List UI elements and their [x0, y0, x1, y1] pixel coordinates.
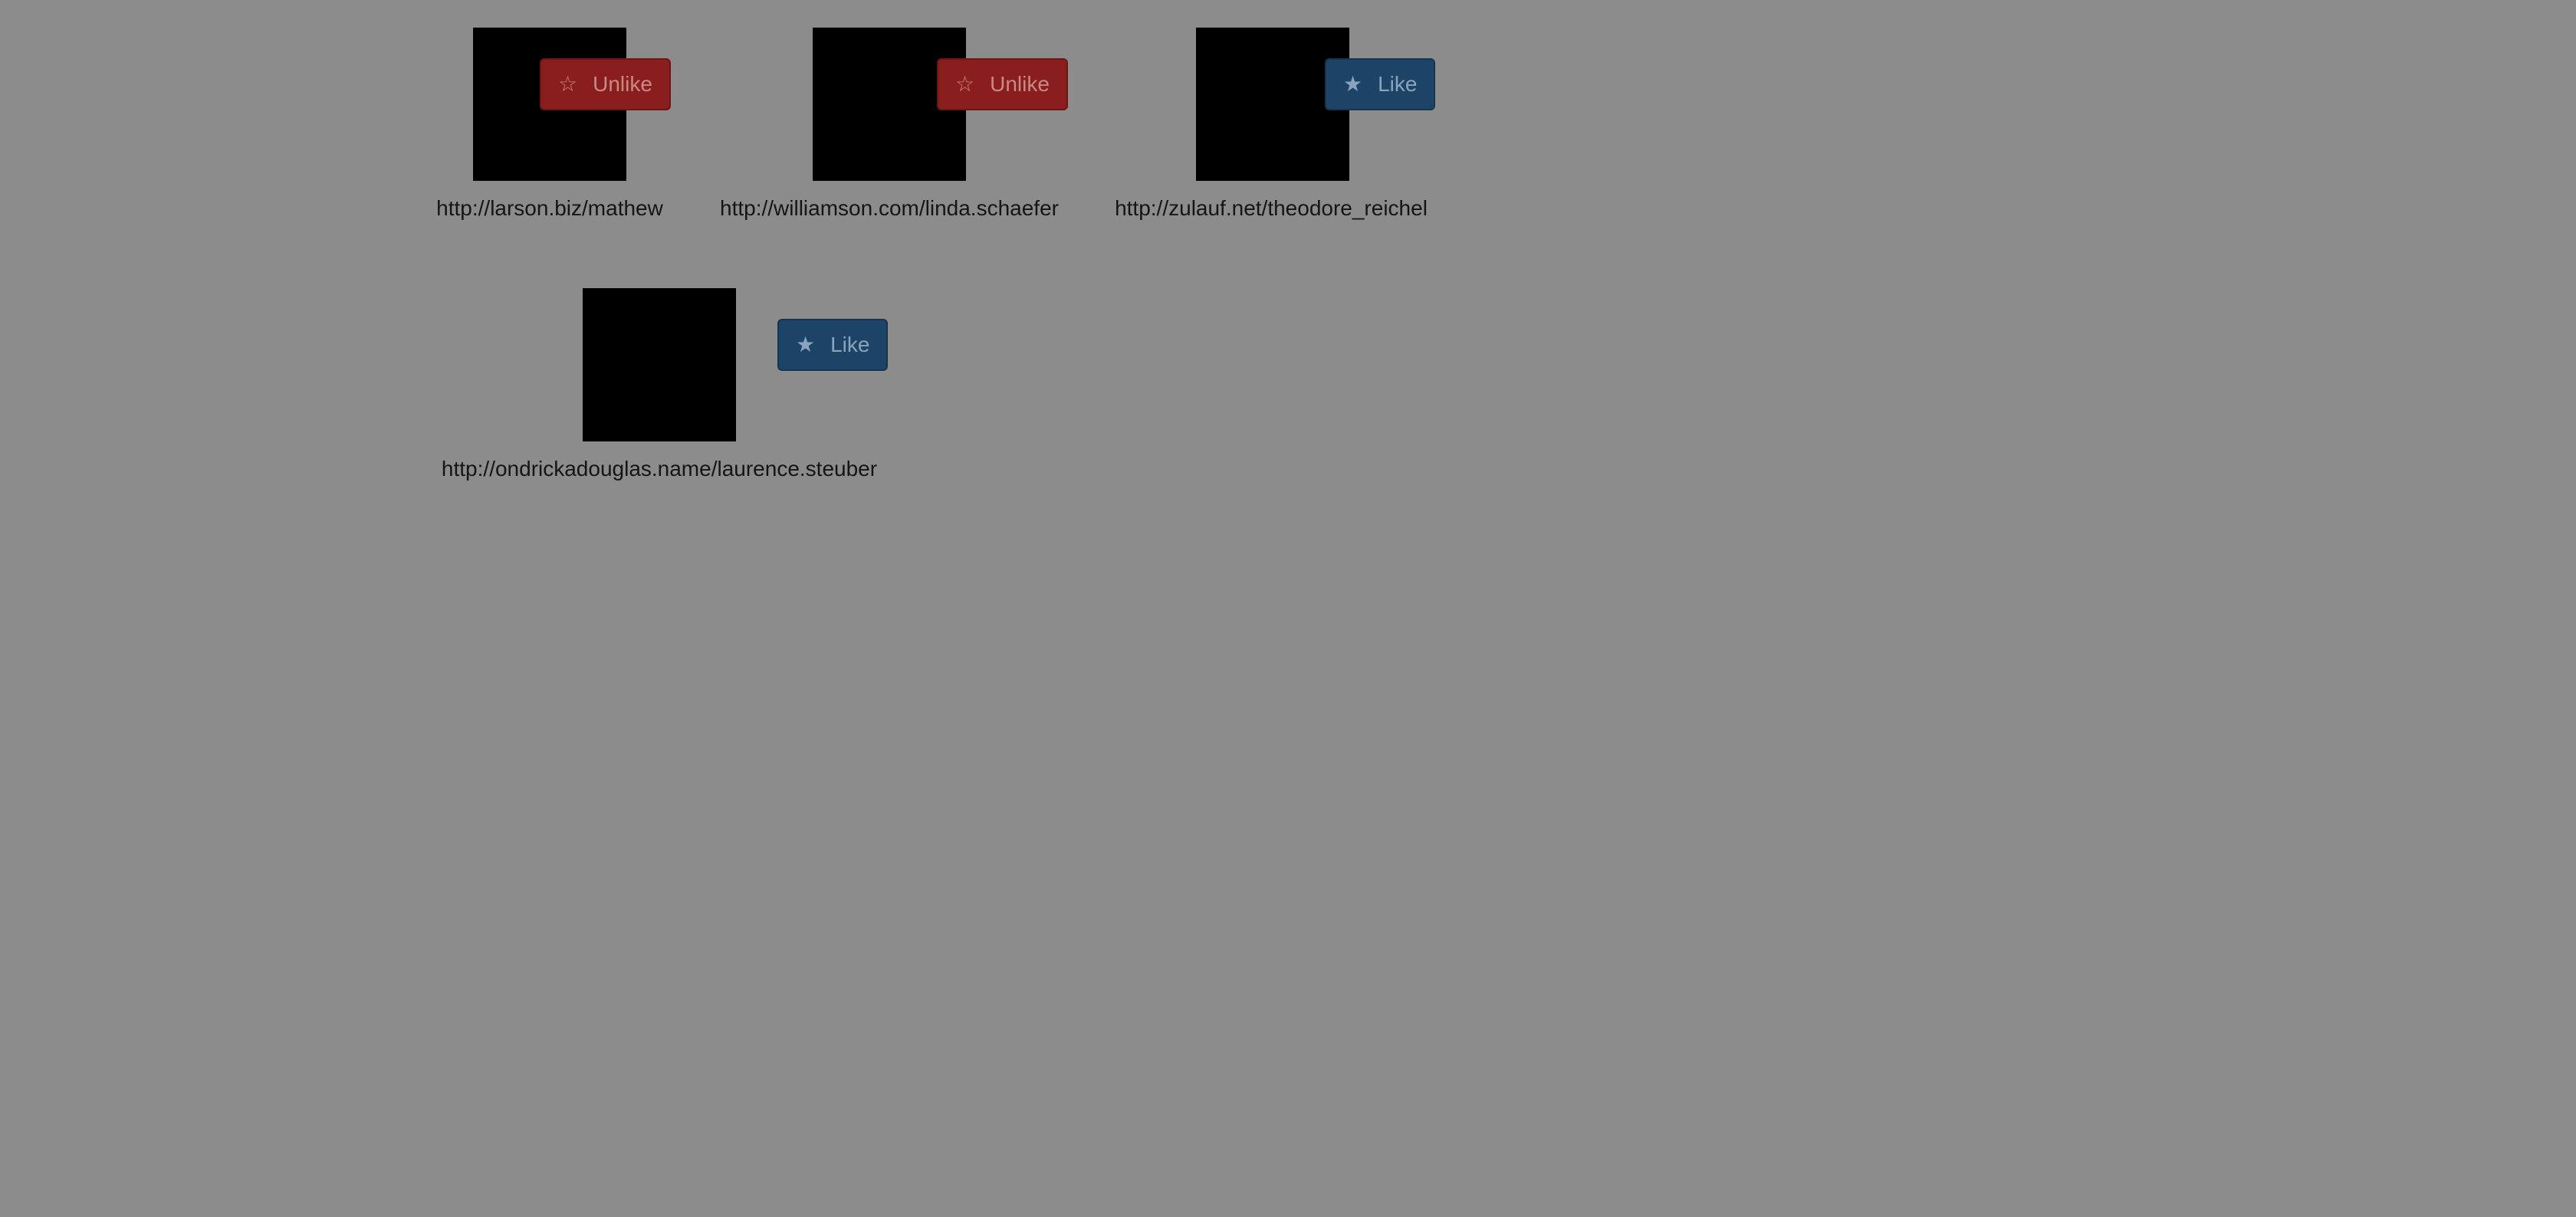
like-button[interactable]: ★ Like: [1325, 58, 1436, 110]
like-button-label: Like: [1378, 72, 1418, 96]
profile-url: http://larson.biz/mathew: [436, 196, 663, 220]
profile-url: http://zulauf.net/theodore_reichel: [1115, 196, 1428, 220]
profile-thumbnail[interactable]: [583, 288, 736, 441]
unlike-button[interactable]: ☆ Unlike: [937, 58, 1068, 110]
like-button-label: Like: [830, 333, 870, 356]
profiles-page: ☆ Unlike http://larson.biz/mathew ☆ Unli…: [0, 0, 2576, 1217]
star-filled-icon: ★: [1343, 72, 1363, 96]
profile-url: http://ondrickadouglas.name/laurence.ste…: [441, 457, 878, 481]
star-filled-icon: ★: [796, 333, 816, 356]
star-outline-icon: ☆: [558, 72, 578, 96]
star-outline-icon: ☆: [955, 72, 975, 96]
unlike-button[interactable]: ☆ Unlike: [540, 58, 671, 110]
like-button[interactable]: ★ Like: [777, 319, 889, 371]
unlike-button-label: Unlike: [593, 72, 652, 96]
unlike-button-label: Unlike: [990, 72, 1050, 96]
profile-url: http://williamson.com/linda.schaefer: [720, 196, 1059, 220]
